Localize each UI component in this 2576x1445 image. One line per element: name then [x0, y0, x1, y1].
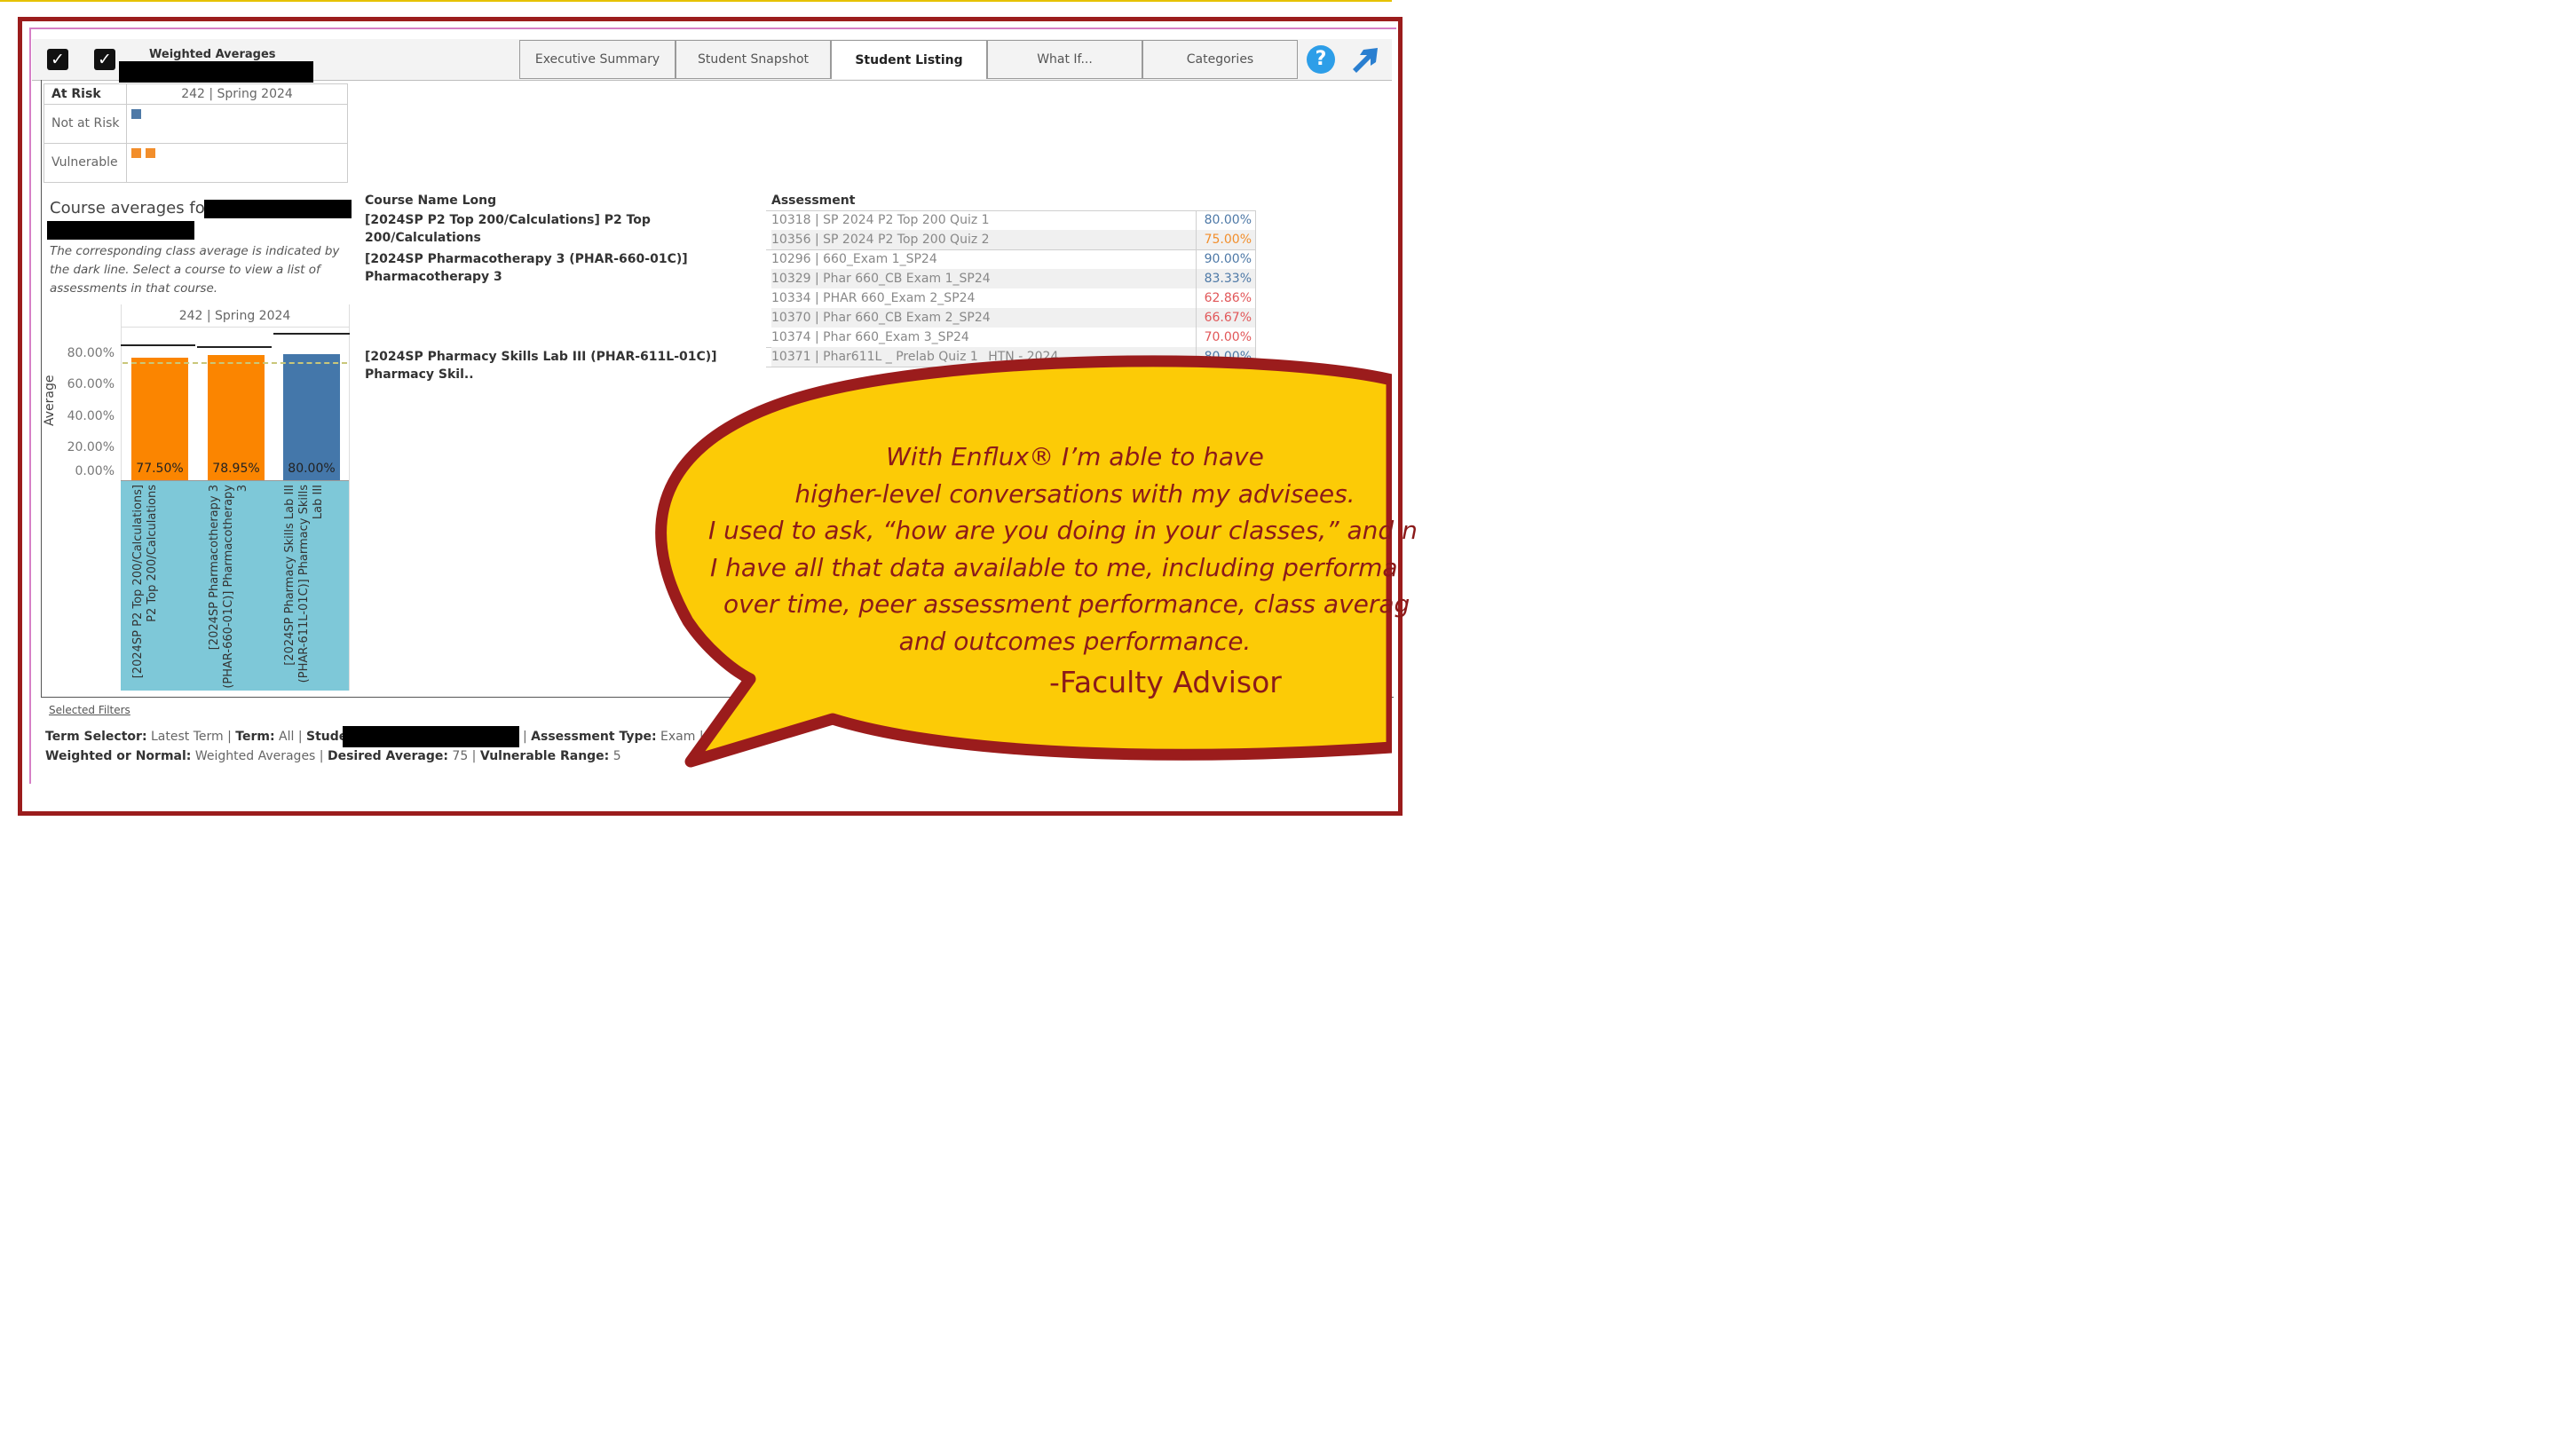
quote-attribution: -Faculty Advisor [1049, 665, 1282, 699]
quote-line: over time, peer assessment performance, … [723, 589, 1410, 619]
quote-line: With Enflux® I’m able to have [886, 442, 1264, 471]
quote-line: higher-level conversations with my advis… [794, 478, 1355, 509]
quote-line: and outcomes performance. [898, 626, 1252, 656]
quote-line: I used to ask, “how are you doing in you… [708, 516, 1418, 545]
quote-line: I have all that data available to me, in… [710, 552, 1398, 582]
